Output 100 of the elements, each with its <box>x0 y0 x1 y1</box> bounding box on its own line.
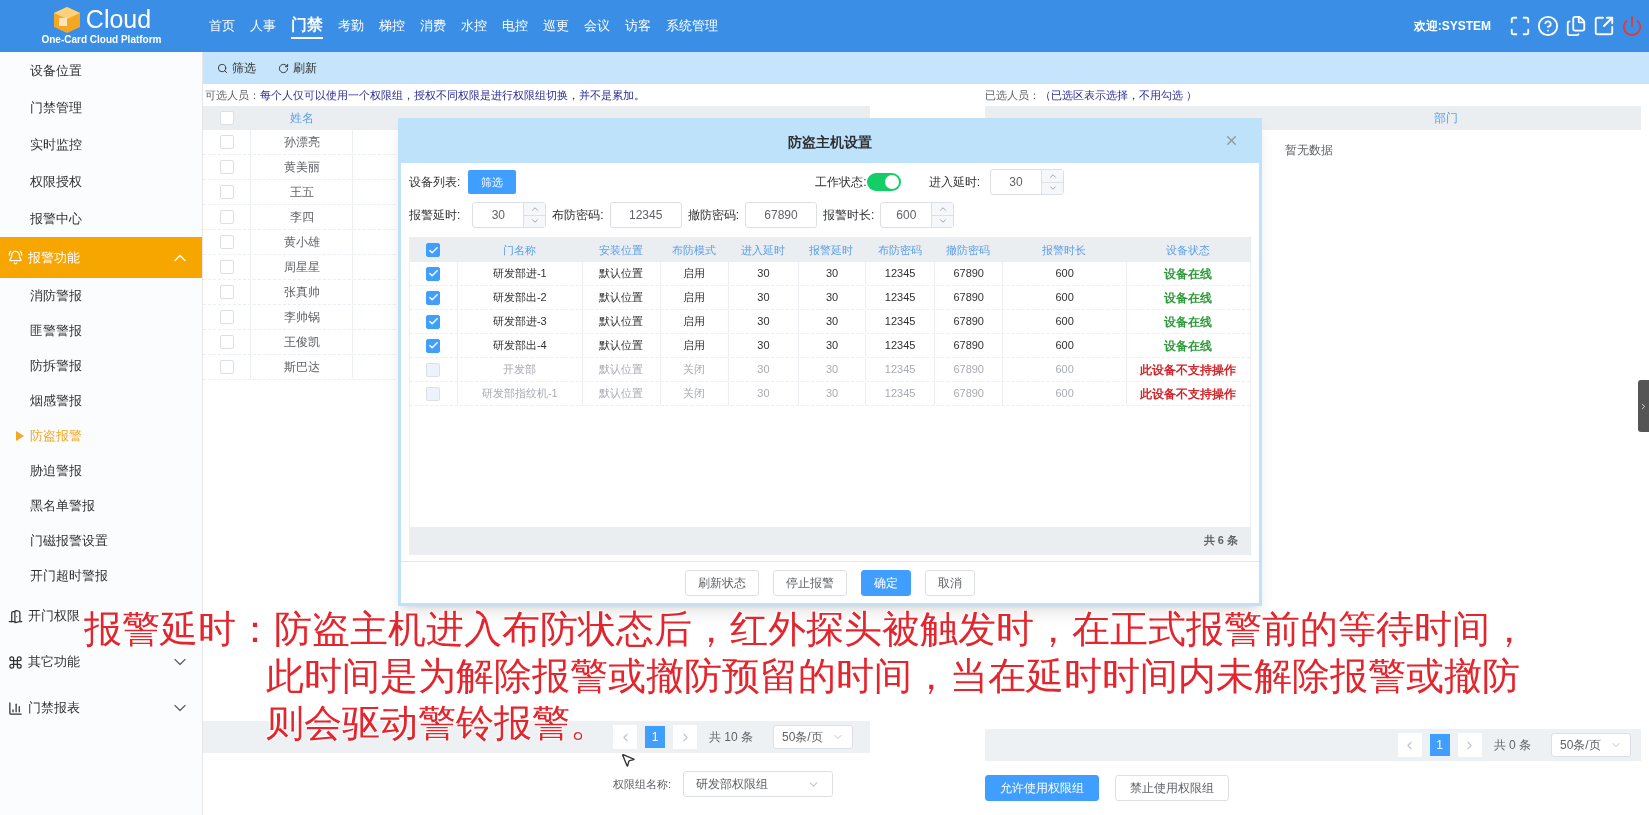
sidebar-subitem[interactable]: 防拆警报 <box>0 348 202 383</box>
action-button[interactable]: 取消 <box>925 569 975 596</box>
logo-subtitle: One-Card Cloud Platform <box>41 33 162 47</box>
table-cell: 30 <box>728 358 798 381</box>
sidebar-subitem[interactable]: 胁迫警报 <box>0 453 202 488</box>
number-field[interactable]: 30 <box>472 202 547 228</box>
table-cell: 600 <box>1002 358 1126 381</box>
toolbar-button[interactable]: 筛选 <box>217 59 256 77</box>
cube-logo-icon <box>51 5 82 34</box>
sidebar-subitem[interactable]: 消防警报 <box>0 278 202 313</box>
power-icon[interactable] <box>1621 15 1643 37</box>
close-icon <box>1224 133 1239 148</box>
status-text: 此设备不支持操作 <box>1140 361 1237 379</box>
side-handle[interactable] <box>1638 380 1649 432</box>
fullscreen-icon[interactable] <box>1509 15 1531 37</box>
table-cell: 67890 <box>933 334 1003 357</box>
external-link-icon[interactable] <box>1593 15 1615 37</box>
status-text: 设备在线 <box>1164 313 1213 331</box>
number-field[interactable]: 600 <box>880 202 955 228</box>
table-cell: 67890 <box>933 358 1003 381</box>
field-label: 权限组名称: <box>613 776 672 792</box>
table-cell: 李帅锅 <box>250 305 353 329</box>
table-cell: 周星星 <box>250 255 353 279</box>
table-cell: 67890 <box>933 382 1003 405</box>
field-label: 撤防密码: <box>687 207 740 224</box>
sidebar-item[interactable]: 实时监控 <box>0 126 202 163</box>
table-cell: 默认位置 <box>581 262 660 285</box>
status-text: 此设备不支持操作 <box>1140 385 1237 403</box>
action-button[interactable]: 禁止使用权限组 <box>1115 775 1229 801</box>
text-field[interactable]: 12345 <box>609 202 682 228</box>
table-cell: 30 <box>797 286 866 309</box>
close-button[interactable] <box>1224 133 1239 148</box>
table-cell: 启用 <box>659 334 729 357</box>
refresh-icon <box>278 62 289 74</box>
text-field[interactable]: 67890 <box>745 202 818 228</box>
table-cell: 黄美丽 <box>250 155 353 179</box>
next-page-button[interactable] <box>1457 733 1482 757</box>
page-size-select[interactable]: 50条/页 <box>1551 733 1631 757</box>
sidebar-item[interactable]: 设备位置 <box>0 52 202 89</box>
previous-page-button[interactable] <box>1397 733 1422 757</box>
table-cell: 30 <box>797 262 866 285</box>
field-label: 进入延时: <box>928 174 981 191</box>
help-icon[interactable] <box>1537 15 1559 37</box>
toolbar-button[interactable]: 刷新 <box>278 59 317 77</box>
page-size-select[interactable]: 50条/页 <box>773 725 853 749</box>
field-label: 工作状态: <box>815 174 867 191</box>
table-cell: 12345 <box>865 382 934 405</box>
check-icon <box>427 292 439 303</box>
next-page-button[interactable] <box>673 725 697 749</box>
note-label: 已选人员： <box>985 87 1040 103</box>
table-cell: 600 <box>1002 262 1126 285</box>
check-icon <box>427 268 439 279</box>
logo-text: Cloud <box>85 7 152 33</box>
previous-page-button[interactable] <box>613 725 637 749</box>
sidebar-group[interactable]: 开门权限 <box>8 606 80 626</box>
sidebar-group[interactable]: 门禁报表 <box>8 698 80 718</box>
subtitle-line: 则会驱动警铃报警。 <box>266 701 608 746</box>
field-label: 报警时长: <box>823 207 875 224</box>
toggle-switch[interactable] <box>866 173 901 191</box>
sidebar-item[interactable]: 报警中心 <box>0 200 202 237</box>
sidebar-subitem[interactable]: 匪警警报 <box>0 313 202 348</box>
column-header: 报警时长 <box>1041 242 1088 258</box>
documents-icon[interactable] <box>1565 15 1587 37</box>
sidebar-subitem[interactable]: 黑名单警报 <box>0 488 202 523</box>
column-header: 报警延时 <box>808 242 855 258</box>
check-icon <box>427 244 439 256</box>
table-cell: 启用 <box>659 286 729 309</box>
group-select[interactable]: 研发部权限组 <box>683 771 834 797</box>
table-cell: 黄小雄 <box>250 230 353 254</box>
table-cell: 斯巴达 <box>250 355 353 379</box>
sidebar-group[interactable]: 其它功能 <box>8 652 80 672</box>
checkbox[interactable] <box>426 314 441 329</box>
group-icon <box>8 700 23 716</box>
table-cell: 关闭 <box>659 382 729 405</box>
table-cell: 开发部 <box>456 358 582 381</box>
column-header: 部门 <box>1433 110 1459 127</box>
sidebar-item[interactable]: 权限授权 <box>0 163 202 200</box>
search-icon <box>217 62 228 74</box>
table-cell: 12345 <box>865 358 934 381</box>
table-cell: 默认位置 <box>581 382 660 405</box>
table-cell: 600 <box>1002 286 1126 309</box>
column-header: 布防模式 <box>670 242 717 258</box>
check-icon <box>427 316 439 327</box>
table-cell: 12345 <box>865 334 934 357</box>
column-header: 撤防密码 <box>945 242 992 258</box>
sidebar-subitem[interactable]: 门磁报警设置 <box>0 523 202 558</box>
sidebar-subitem[interactable]: 开门超时警报 <box>0 558 202 593</box>
table-cell: 默认位置 <box>581 286 660 309</box>
number-field[interactable]: 30 <box>990 169 1065 195</box>
checkbox[interactable] <box>426 290 441 305</box>
checkbox[interactable] <box>426 266 441 281</box>
action-button[interactable]: 停止报警 <box>773 569 847 596</box>
checkbox[interactable] <box>426 243 441 257</box>
sidebar-item[interactable]: 门禁管理 <box>0 89 202 126</box>
action-button[interactable]: 刷新状态 <box>685 569 759 596</box>
total-count: 共 0 条 <box>1493 737 1531 754</box>
note-text: （已选区表示选择，不用勾选 ） <box>1040 87 1198 103</box>
checkbox[interactable] <box>426 338 441 353</box>
sidebar-subitem[interactable]: 烟感警报 <box>0 383 202 418</box>
table-cell: 30 <box>728 262 798 285</box>
